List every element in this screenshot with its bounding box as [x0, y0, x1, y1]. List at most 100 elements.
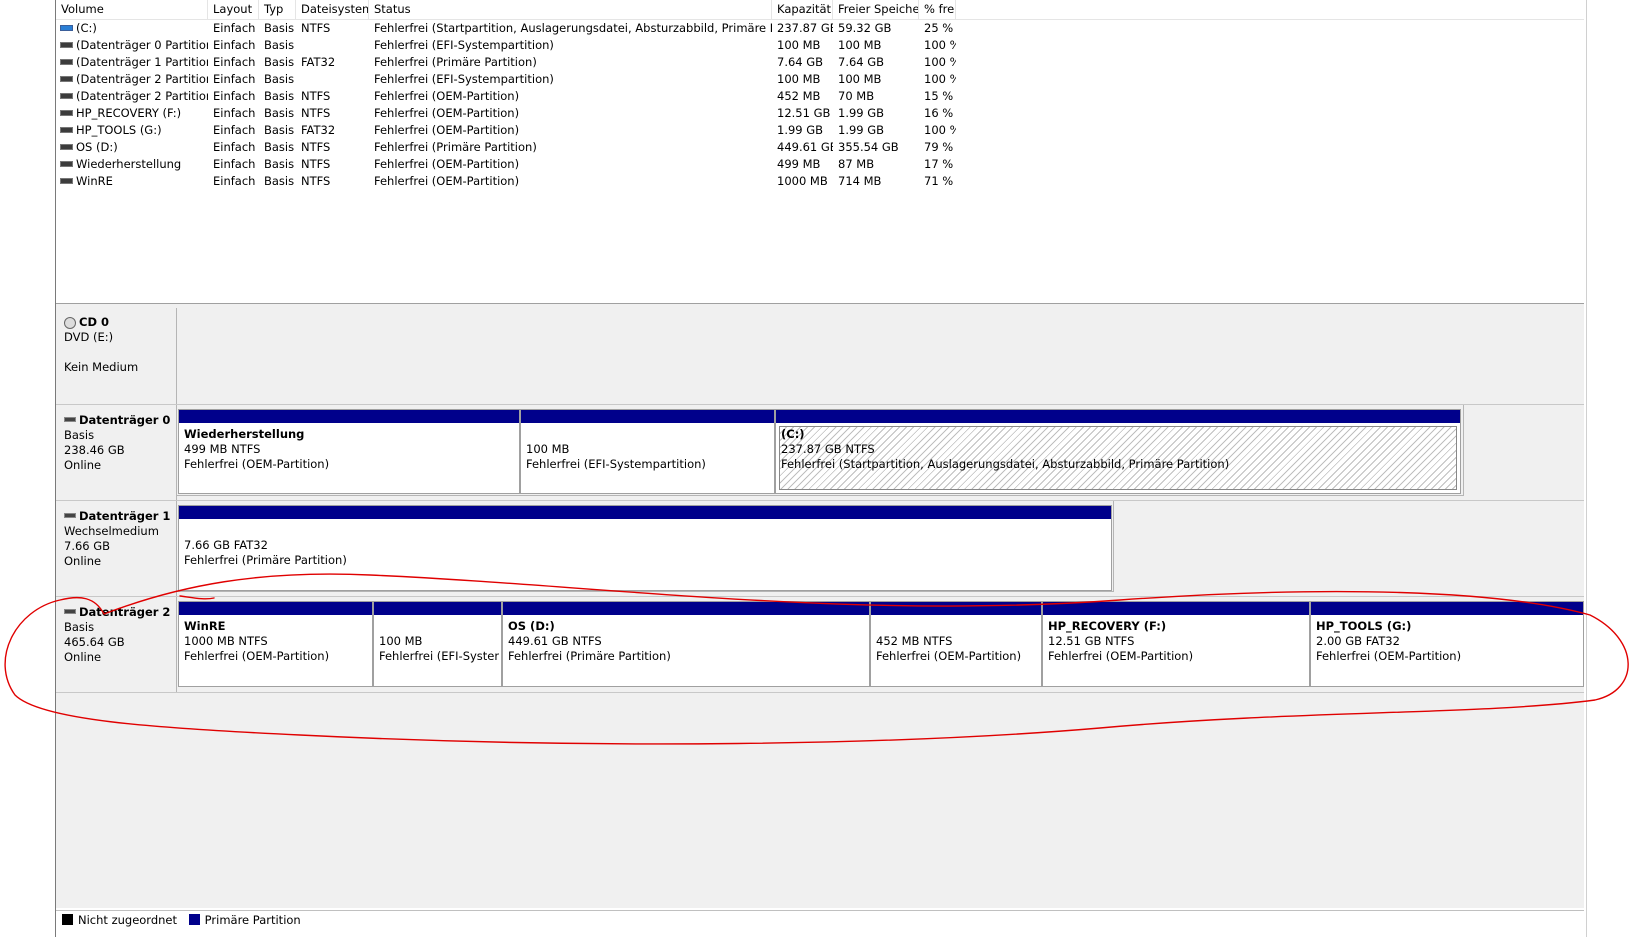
- column-header-kapazitaet[interactable]: Kapazität: [772, 0, 833, 19]
- volume-name: WinRE: [76, 174, 113, 188]
- volume-free: 714 MB: [838, 174, 882, 188]
- volume-layout: Einfach: [213, 174, 256, 188]
- volume-status: Fehlerfrei (EFI-Systempartition): [374, 38, 554, 52]
- column-header-prozent-frei[interactable]: % frei: [919, 0, 956, 19]
- column-header-status[interactable]: Status: [369, 0, 772, 19]
- disk0-partition[interactable]: 100 MB Fehlerfrei (EFI-Systempartition): [520, 409, 775, 494]
- disk0-partitions: Wiederherstellung 499 MB NTFS Fehlerfrei (…: [177, 405, 1464, 496]
- cd-drive-icon: [64, 316, 76, 329]
- volume-free: 355.54 GB: [838, 140, 899, 154]
- volume-fs: NTFS: [301, 106, 331, 120]
- volume-list: Volume Layout Typ Dateisystem Status Kap…: [56, 0, 1584, 303]
- column-header-dateisystem[interactable]: Dateisystem: [296, 0, 369, 19]
- primary-partition-bar: [1043, 602, 1309, 615]
- volume-row[interactable]: OS (D:) Einfach Basis NTFS Fehlerfrei (Primä…: [56, 139, 1584, 156]
- volume-free: 1.99 GB: [838, 106, 885, 120]
- partition-status: Fehlerfrei (OEM-Partition): [184, 649, 330, 663]
- partition-size: 499 MB NTFS: [184, 442, 261, 456]
- volume-pct: 100 %: [924, 72, 956, 86]
- volume-pct: 71 %: [924, 174, 954, 188]
- disk0-label-panel[interactable]: Datenträger 0 Basis 238.46 GB Online: [56, 405, 177, 500]
- cd0-label-panel[interactable]: CD 0 DVD (E:) Kein Medium: [56, 308, 177, 404]
- partition-status: Fehlerfrei (Primäre Partition): [184, 553, 347, 567]
- partition-size: 1000 MB NTFS: [184, 634, 268, 648]
- volume-fs: FAT32: [301, 123, 336, 137]
- volume-row[interactable]: (C:) Einfach Basis NTFS Fehlerfrei (Startpar…: [56, 20, 1584, 37]
- disk2-partition[interactable]: WinRE 1000 MB NTFS Fehlerfrei (OEM-Partiti…: [178, 601, 373, 687]
- disk0-partition[interactable]: (C:) 237.87 GB NTFS Fehlerfrei (Startparti…: [775, 409, 1461, 494]
- volume-typ: Basis: [264, 89, 295, 103]
- volume-fs: FAT32: [301, 55, 336, 69]
- volume-name: Wiederherstellung: [76, 157, 182, 171]
- primary-partition-bar: [179, 410, 519, 423]
- volume-pct: 17 %: [924, 157, 954, 171]
- disk2-title: Datenträger 2: [79, 605, 171, 619]
- volume-typ: Basis: [264, 140, 295, 154]
- disk2-label-panel[interactable]: Datenträger 2 Basis 465.64 GB Online: [56, 597, 177, 692]
- volume-free: 1.99 GB: [838, 123, 885, 137]
- primary-partition-bar: [776, 410, 1460, 423]
- partition-size: 237.87 GB NTFS: [781, 442, 875, 456]
- volume-layout: Einfach: [213, 89, 256, 103]
- disk2-type: Basis: [64, 620, 95, 634]
- disk1-title: Datenträger 1: [79, 509, 171, 523]
- volume-typ: Basis: [264, 157, 295, 171]
- legend-unallocated: Nicht zugeordnet: [78, 913, 178, 927]
- system-drive-icon: [60, 24, 73, 31]
- volume-name: (Datenträger 1 Partition 1): [76, 55, 208, 69]
- volume-fs: NTFS: [301, 157, 331, 171]
- disk0-type: Basis: [64, 428, 95, 442]
- volume-layout: Einfach: [213, 123, 256, 137]
- disk0-state: Online: [64, 458, 102, 472]
- volume-cap: 452 MB: [777, 89, 821, 103]
- disk0-title: Datenträger 0: [79, 413, 171, 427]
- volume-layout: Einfach: [213, 55, 256, 69]
- column-header-layout[interactable]: Layout: [208, 0, 259, 19]
- volume-cap: 237.87 GB: [777, 21, 833, 35]
- volume-layout: Einfach: [213, 140, 256, 154]
- disk-icon: [64, 609, 76, 614]
- volume-row[interactable]: HP_RECOVERY (F:) Einfach Basis NTFS Fehlerfr…: [56, 105, 1584, 122]
- primary-partition-bar: [503, 602, 869, 615]
- column-header-volume[interactable]: Volume: [56, 0, 208, 19]
- volume-pct: 100 %: [924, 38, 956, 52]
- primary-partition-bar: [374, 602, 501, 615]
- volume-cap: 100 MB: [777, 72, 821, 86]
- disk2-partition[interactable]: HP_RECOVERY (F:) 12.51 GB NTFS Fehlerfrei …: [1042, 601, 1310, 687]
- partition-status: Fehlerfrei (EFI-Systempartition): [526, 457, 706, 471]
- disk2-partition[interactable]: 452 MB NTFS Fehlerfrei (OEM-Partition): [870, 601, 1042, 687]
- column-header-typ[interactable]: Typ: [259, 0, 296, 19]
- disk1-label-panel[interactable]: Datenträger 1 Wechselmedium 7.66 GB Onli…: [56, 501, 177, 596]
- volume-row[interactable]: WinRE Einfach Basis NTFS Fehlerfrei (OEM-Par…: [56, 173, 1584, 190]
- partition-size: 100 MB: [526, 442, 570, 456]
- volume-typ: Basis: [264, 174, 295, 188]
- disk2-state: Online: [64, 650, 102, 664]
- disk2-partition[interactable]: 100 MBFehlerfrei (EFI-Systempartition): [373, 601, 502, 687]
- volume-row[interactable]: (Datenträger 2 Partition 5) Einfach Basis N…: [56, 88, 1584, 105]
- volume-row[interactable]: (Datenträger 0 Partition 2) Einfach Basis F…: [56, 37, 1584, 54]
- volume-row[interactable]: (Datenträger 2 Partition 2) Einfach Basis F…: [56, 71, 1584, 88]
- volume-name: (C:): [76, 21, 97, 35]
- volume-status: Fehlerfrei (OEM-Partition): [374, 89, 520, 103]
- volume-status: Fehlerfrei (OEM-Partition): [374, 123, 520, 137]
- volume-typ: Basis: [264, 123, 295, 137]
- volume-row[interactable]: HP_TOOLS (G:) Einfach Basis FAT32 Fehlerfrei…: [56, 122, 1584, 139]
- partition-name: HP_RECOVERY (F:): [1048, 619, 1167, 633]
- disk0-size: 238.46 GB: [64, 443, 125, 457]
- disk2-partition[interactable]: HP_TOOLS (G:) 2.00 GB FAT32 Fehlerfrei (OE…: [1310, 601, 1584, 687]
- legend-primary: Primäre Partition: [204, 913, 301, 927]
- volume-layout: Einfach: [213, 38, 256, 52]
- volume-status: Fehlerfrei (OEM-Partition): [374, 174, 520, 188]
- volume-fs: NTFS: [301, 174, 331, 188]
- volume-row[interactable]: (Datenträger 1 Partition 1) Einfach Basis F…: [56, 54, 1584, 71]
- column-header-freier-speicher[interactable]: Freier Speicher: [833, 0, 919, 19]
- disk-icon: [64, 417, 76, 422]
- partition-name: WinRE: [184, 619, 226, 633]
- volume-fs: NTFS: [301, 89, 331, 103]
- disk1-partition[interactable]: 7.66 GB FAT32 Fehlerfrei (Primäre Partiti…: [178, 505, 1112, 591]
- volume-row[interactable]: Wiederherstellung Einfach Basis NTFS Fehlerf…: [56, 156, 1584, 173]
- disk2-partition[interactable]: OS (D:) 449.61 GB NTFS Fehlerfrei (Primäre…: [502, 601, 870, 687]
- volume-pct: 79 %: [924, 140, 954, 154]
- disk0-partition[interactable]: Wiederherstellung 499 MB NTFS Fehlerfrei (…: [178, 409, 520, 494]
- primary-partition-bar: [1311, 602, 1583, 615]
